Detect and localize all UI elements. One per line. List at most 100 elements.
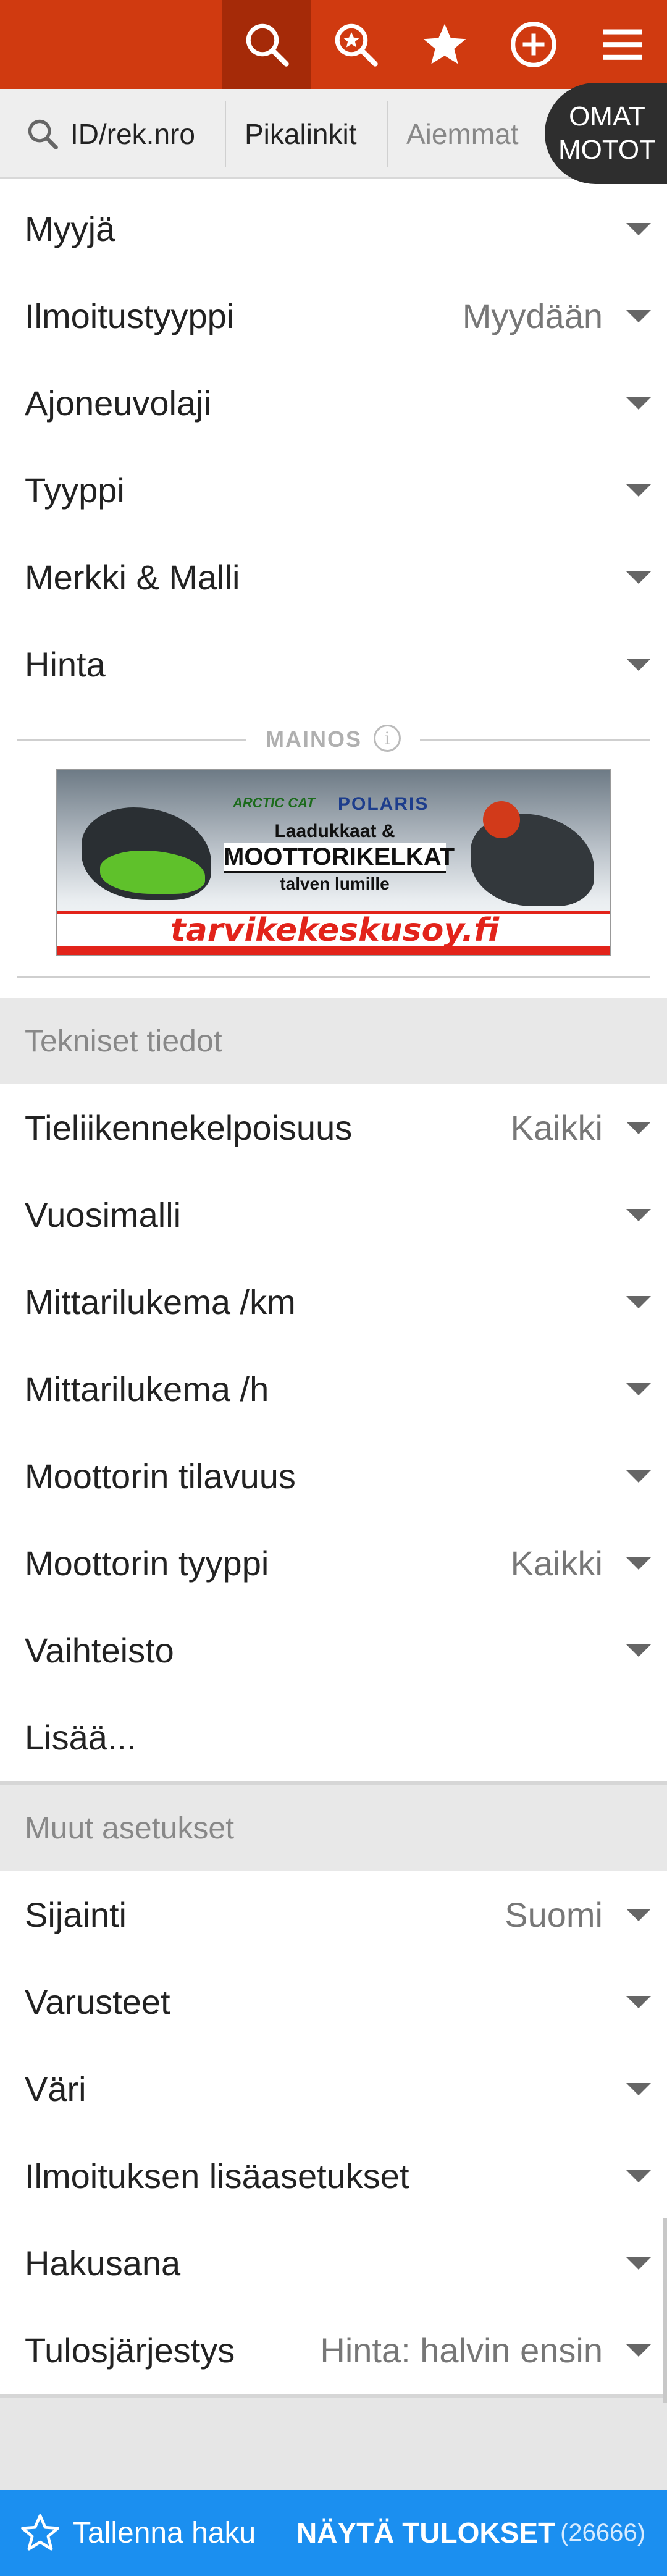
filter-label: Ilmoituksen lisäasetukset (25, 2157, 409, 2195)
filter-mittarilukema-h[interactable]: Mittarilukema /h (0, 1345, 667, 1433)
filter-vari[interactable]: Väri (0, 2045, 667, 2132)
ad-url: tarvikekeskusoy.fi (170, 912, 500, 949)
chevron-down-icon (626, 1383, 651, 1395)
filter-tieliikennekelpoisuus[interactable]: Tieliikennekelpoisuus Kaikki (0, 1084, 667, 1171)
brand-logo-arcticcat: ARCTIC CAT (233, 795, 315, 810)
filter-mittarilukema-km[interactable]: Mittarilukema /km (0, 1258, 667, 1345)
search-button[interactable] (222, 0, 311, 89)
menu-icon (603, 29, 642, 60)
chevron-down-icon (626, 2082, 651, 2095)
filter-moottorin-tyyppi[interactable]: Moottorin tyyppi Kaikki (0, 1520, 667, 1607)
filter-merkki-malli[interactable]: Merkki & Malli (0, 534, 667, 621)
scrollbar[interactable] (663, 2218, 667, 2403)
menu-button[interactable] (578, 0, 667, 89)
save-search-label: Tallenna haku (73, 2516, 256, 2549)
favorite-search-icon (335, 23, 378, 67)
helmet-image (483, 801, 520, 838)
filter-hakusana[interactable]: Hakusana (0, 2220, 667, 2307)
ad-divider (17, 739, 246, 741)
chevron-down-icon (626, 658, 651, 671)
filter-value: Kaikki (510, 1544, 603, 1583)
quicklinks-label: Pikalinkit (245, 118, 357, 150)
filter-label: Ajoneuvolaji (25, 384, 211, 423)
filter-label: Mittarilukema /h (25, 1370, 269, 1408)
ad-banner[interactable]: ARCTIC CAT POLARIS Laadukkaat & tehokkaa… (56, 769, 611, 956)
more-filters-link[interactable]: Lisää... (0, 1694, 667, 1781)
chevron-down-icon (626, 1557, 651, 1570)
more-label: Lisää... (25, 1718, 136, 1757)
filter-hinta[interactable]: Hinta (0, 621, 667, 708)
brand-logo-polaris: POLARIS (338, 794, 429, 814)
subnav-divider (225, 101, 226, 167)
info-icon[interactable]: i (374, 725, 401, 752)
subnav-divider (387, 101, 388, 167)
filter-label: Hakusana (25, 2244, 181, 2283)
filter-label: Väri (25, 2069, 86, 2108)
star-icon (423, 23, 466, 64)
chevron-down-icon (626, 2170, 651, 2182)
chevron-down-icon (626, 1208, 651, 1221)
chevron-down-icon (626, 2344, 651, 2357)
show-results-label: NÄYTÄ TULOKSET (296, 2517, 556, 2549)
quicklinks-link[interactable]: Pikalinkit (245, 89, 357, 179)
filter-label: Varusteet (25, 1982, 170, 2021)
ad-title: MOOTTORIKELKAT (224, 843, 455, 873)
filter-label: Vuosimalli (25, 1195, 182, 1234)
filter-ilmoitustyyppi[interactable]: Ilmoitustyyppi Myydään (0, 272, 667, 360)
chevron-down-icon (626, 1908, 651, 1921)
id-search-label: ID/rek.nro (70, 118, 195, 150)
new-ad-button[interactable] (489, 0, 578, 89)
chevron-down-icon (626, 1995, 651, 2008)
saved-searches-button[interactable] (311, 0, 400, 89)
filter-label: Tulosjärjestys (25, 2331, 235, 2370)
chevron-down-icon (626, 1470, 651, 1483)
top-bar (0, 0, 667, 89)
omat-motot-button[interactable]: OMAT MOTOT (545, 83, 667, 184)
chevron-down-icon (626, 397, 651, 410)
filter-myyja[interactable]: Myyjä (0, 185, 667, 272)
search-icon (246, 23, 289, 67)
save-search-button[interactable]: Tallenna haku (0, 2490, 284, 2576)
result-count: (26666) (560, 2519, 645, 2546)
filter-label: Moottorin tilavuus (25, 1457, 296, 1496)
filter-vaihteisto[interactable]: Vaihteisto (0, 1607, 667, 1694)
id-search-link[interactable]: ID/rek.nro (25, 89, 195, 179)
filter-tyyppi[interactable]: Tyyppi (0, 447, 667, 534)
omat-line2: MOTOT (558, 135, 657, 165)
filter-label: Vaihteisto (25, 1631, 174, 1670)
ad-subtitle: talven lumille (280, 874, 390, 893)
filter-lisaasetukset[interactable]: Ilmoituksen lisäasetukset (0, 2132, 667, 2220)
omat-line1: OMAT (569, 101, 645, 132)
add-circle-icon (511, 22, 556, 67)
chevron-down-icon (626, 1644, 651, 1657)
filter-vuosimalli[interactable]: Vuosimalli (0, 1171, 667, 1258)
star-outline-icon (21, 2514, 59, 2551)
chevron-down-icon (626, 484, 651, 497)
section-header-other: Muut asetukset (0, 1785, 667, 1871)
show-results-button[interactable]: NÄYTÄ TULOKSET (26666) (296, 2490, 667, 2576)
chevron-down-icon (626, 571, 651, 584)
bottom-action-bar: Tallenna haku NÄYTÄ TULOKSET (26666) (0, 2490, 667, 2576)
filter-sijainti[interactable]: Sijainti Suomi (0, 1871, 667, 1958)
favorites-button[interactable] (400, 0, 489, 89)
previous-searches-link[interactable]: Aiemmat (406, 89, 518, 179)
filter-varusteet[interactable]: Varusteet (0, 1958, 667, 2045)
ad-label: MAINOS (266, 726, 362, 752)
section-title: Tekniset tiedot (25, 1024, 222, 1058)
previous-searches-label: Aiemmat (406, 118, 519, 150)
filter-label: Hinta (25, 645, 106, 684)
chevron-down-icon (626, 2257, 651, 2270)
filter-label: Mittarilukema /km (25, 1282, 296, 1321)
filter-value: Suomi (505, 1895, 603, 1934)
chevron-down-icon (626, 309, 651, 322)
filter-label: Myyjä (25, 209, 115, 248)
filter-value: Hinta: halvin ensin (320, 2331, 603, 2370)
filter-value: Kaikki (510, 1108, 603, 1147)
filter-label: Merkki & Malli (25, 558, 240, 597)
filter-ajoneuvolaji[interactable]: Ajoneuvolaji (0, 360, 667, 447)
filter-label: Moottorin tyyppi (25, 1544, 269, 1583)
footer-spacer (0, 2398, 667, 2490)
filter-moottorin-tilavuus[interactable]: Moottorin tilavuus (0, 1433, 667, 1520)
filter-tulosjarjestys[interactable]: Tulosjärjestys Hinta: halvin ensin (0, 2307, 667, 2394)
section-title: Muut asetukset (25, 1811, 235, 1845)
